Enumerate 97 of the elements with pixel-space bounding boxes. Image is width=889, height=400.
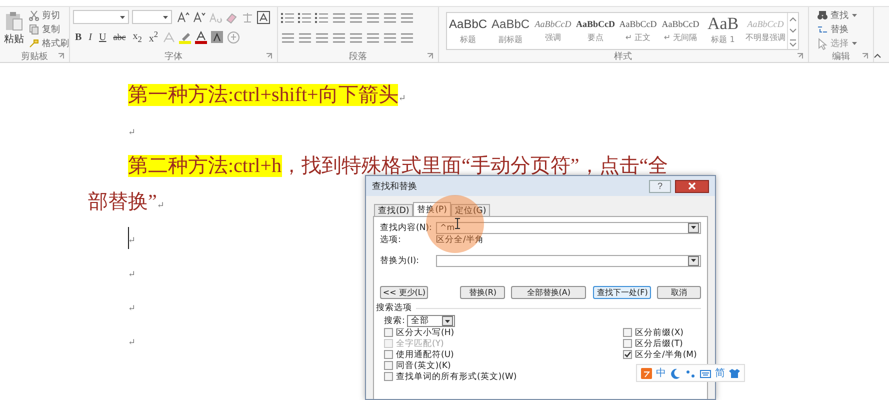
group-label: 剪贴板 [21, 50, 48, 62]
style-item[interactable]: AaBbCcD 强调 [532, 13, 574, 49]
shrink-font-icon[interactable] [193, 10, 206, 24]
toolbar-button[interactable]: 查找 [816, 9, 858, 22]
paragraph-mark: ↵ [128, 302, 136, 314]
document-paragraph: 第一种方法:ctrl+shift+向下箭头↵ [127, 83, 407, 108]
ime-button[interactable]: 简 [715, 366, 725, 380]
eraser-icon[interactable] [225, 10, 238, 24]
input-method-logo-icon[interactable] [641, 368, 652, 378]
input-field[interactable]: ^m [436, 222, 701, 234]
copy-icon [29, 24, 39, 35]
field-label: 替换为(I): [380, 254, 420, 266]
ime-button[interactable]: 中 [656, 366, 666, 380]
text-cursor-icon [455, 218, 460, 229]
style-item[interactable]: AaBbC 副标题 [489, 13, 532, 49]
toolbar-button[interactable]: 格式刷 [28, 37, 70, 50]
field-label: 搜索: [384, 315, 405, 327]
align-left-icon[interactable] [281, 30, 296, 44]
paste-button[interactable]: 粘贴 [3, 9, 25, 48]
font-size-field[interactable] [132, 10, 172, 24]
dialog-tab[interactable]: 查找(D) [374, 204, 414, 216]
dialog-title: 查找和替换 [372, 180, 418, 192]
paragraph-mark: ↵ [128, 126, 136, 138]
dropdown-arrow-icon[interactable] [691, 259, 696, 262]
style-item[interactable]: AaBbCcD 不明显强调 [744, 13, 787, 49]
text-effect-icon[interactable] [163, 30, 176, 44]
group-label: 编辑 [832, 50, 850, 62]
group-label: 字体 [164, 50, 183, 62]
brush-icon [29, 38, 39, 49]
moon-icon[interactable] [670, 368, 681, 378]
toolbar-button[interactable]: 替换 [816, 23, 850, 36]
grow-font-icon[interactable] [177, 10, 190, 24]
font-name-field[interactable] [73, 10, 129, 24]
style-item[interactable]: AaBbCcD ↵ 正文 [616, 13, 660, 49]
search-dropdown[interactable]: 全部 [406, 315, 455, 327]
dialog-button[interactable]: << 更少(L) [380, 286, 428, 299]
dropdown-arrow-icon[interactable] [691, 226, 696, 229]
field-label: 查找内容(N): [380, 222, 433, 234]
dialog-button[interactable]: 替换(R) [460, 286, 505, 299]
input-field[interactable] [436, 254, 701, 266]
checkbox-option[interactable]: 区分前缀(X) [623, 327, 701, 338]
dialog-launcher-icon[interactable] [426, 53, 433, 59]
dialog-button[interactable]: 查找下一处(F) [593, 286, 652, 299]
collapse-ribbon-icon[interactable] [874, 53, 881, 58]
format-button[interactable]: B [73, 30, 84, 44]
more-styles-icon[interactable] [788, 38, 797, 48]
dialog-launcher-icon[interactable] [796, 53, 803, 59]
checkmark-icon [624, 351, 631, 358]
checkbox-option[interactable]: 同音(英文)(K) [384, 360, 517, 371]
toolbar-button[interactable]: 复制 [28, 23, 70, 36]
dropdown-arrow-icon [120, 16, 125, 18]
dialog-tab[interactable]: 替换(P) [413, 202, 451, 216]
clipboard-icon [5, 11, 23, 31]
checkbox-option[interactable]: 查找单词的所有形式(英文)(W) [384, 371, 517, 382]
keyboard-icon[interactable] [700, 368, 711, 378]
dropdown-arrow-icon [852, 42, 857, 45]
style-item[interactable]: AaB 标题 1 [702, 13, 744, 49]
dialog-launcher-icon[interactable] [266, 53, 272, 59]
close-button[interactable] [675, 180, 709, 192]
bullets-icon[interactable] [281, 10, 296, 24]
paragraph-mark: ↵ [128, 234, 136, 246]
boxed-letter-icon[interactable] [257, 10, 270, 24]
options-label: 选项: [380, 234, 402, 246]
format-button[interactable]: x$^{2}$ [146, 30, 160, 44]
shirt-icon[interactable] [729, 368, 740, 378]
binoculars-icon [816, 10, 828, 22]
dialog-launcher-icon[interactable] [862, 53, 868, 59]
format-button[interactable]: abc [111, 30, 128, 44]
paragraph-mark: ↵ [128, 336, 136, 348]
style-item[interactable]: AaBbCcD ↵ 无间隔 [659, 13, 702, 49]
dropdown-arrow-icon [852, 14, 857, 17]
dropdown-arrow-icon [444, 320, 450, 322]
dialog-launcher-icon[interactable] [58, 53, 64, 59]
help-button[interactable]: ? [649, 180, 671, 192]
shading-icon[interactable] [211, 30, 224, 44]
dropdown-arrow-icon [163, 16, 168, 18]
format-button[interactable]: x$_{2}$ [130, 30, 144, 44]
checkbox-option[interactable]: 使用通配符(U) [384, 349, 517, 360]
toolbar-button[interactable]: 剪切 [28, 9, 70, 22]
style-item[interactable]: AaBbCcD 要点 [574, 13, 617, 49]
checkbox-option[interactable]: 区分后缀(T) [623, 338, 701, 349]
dialog-button[interactable]: 全部替换(A) [510, 286, 586, 299]
format-button[interactable]: I [86, 30, 94, 44]
format-button[interactable]: U [97, 30, 108, 44]
group-label: 样式 [614, 50, 632, 62]
pointer-icon [816, 38, 828, 50]
paragraph-mark: ↵ [128, 268, 136, 280]
punctuation-icon[interactable] [685, 368, 696, 378]
group-label: 段落 [348, 50, 367, 62]
section-title: 搜索选项 [376, 302, 412, 314]
checkbox-option[interactable]: 区分全/半角(M) [623, 349, 701, 360]
close-icon [688, 182, 696, 190]
scissors-icon [29, 10, 39, 21]
style-item[interactable]: AaBbC 标题 [446, 13, 490, 49]
checkbox-option[interactable]: 区分大小写(H) [384, 327, 517, 338]
dialog-button[interactable]: 取消 [657, 286, 701, 299]
font-color-icon[interactable] [195, 30, 208, 44]
